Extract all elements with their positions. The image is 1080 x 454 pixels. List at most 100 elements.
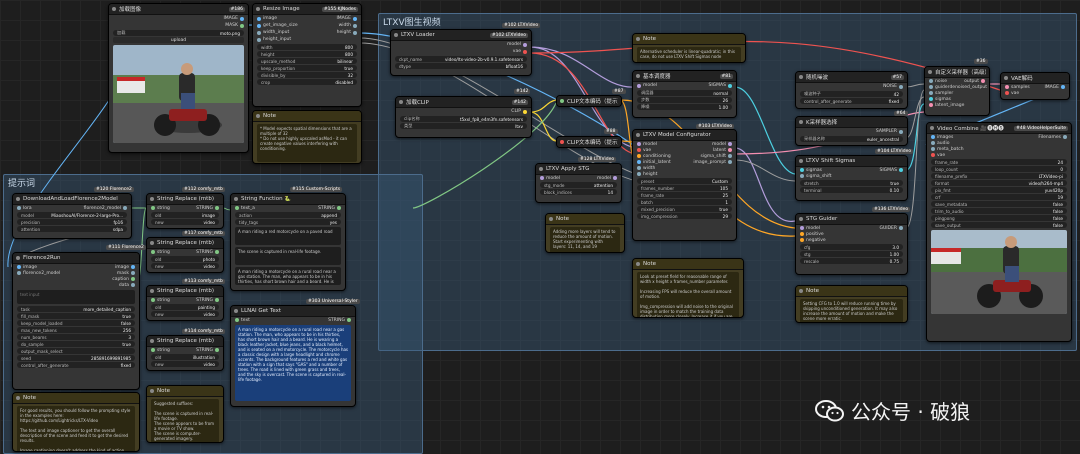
input-socket[interactable] bbox=[235, 318, 239, 322]
node-note-stg[interactable]: Note Adding more layers will tend to red… bbox=[545, 213, 625, 253]
widget-pix-fmt[interactable]: pix_fmt yuv420p bbox=[931, 187, 1067, 193]
widget-num-beams[interactable]: num_beams 3 bbox=[17, 334, 135, 340]
caption-text-field[interactable]: A man riding a motorcycle on a rural roa… bbox=[235, 325, 351, 401]
input-socket[interactable] bbox=[151, 348, 155, 352]
output-socket[interactable] bbox=[728, 154, 732, 158]
collapse-dot-icon[interactable] bbox=[636, 133, 640, 137]
output-socket[interactable] bbox=[215, 250, 219, 254]
node-note-florence[interactable]: Note For good results, you should follow… bbox=[12, 392, 140, 452]
input-socket[interactable] bbox=[929, 91, 933, 95]
output-socket[interactable] bbox=[523, 42, 527, 47]
widget-crf[interactable]: crf 19 bbox=[931, 194, 1067, 200]
input-socket[interactable] bbox=[637, 142, 641, 146]
widget-dtype[interactable]: dtype bfloat16 bbox=[395, 63, 527, 69]
note-text[interactable]: Alternative scheduler is linear-quadrati… bbox=[637, 47, 741, 62]
input-socket[interactable] bbox=[257, 16, 261, 21]
node-get-text[interactable]: LLNAI Get Text text STRING A man riding a… bbox=[230, 305, 356, 407]
node-note-resize[interactable]: Note * Model expects spatial dimensions … bbox=[252, 110, 362, 164]
collapse-dot-icon[interactable] bbox=[394, 33, 398, 37]
input-socket[interactable] bbox=[257, 23, 261, 28]
widget-control-after-generate[interactable]: control_after_generate fixed bbox=[17, 362, 135, 368]
widget-stg-mode[interactable]: stg_mode attention bbox=[540, 182, 617, 188]
node-stg-guider[interactable]: STG Guider model GUIDER positive negative… bbox=[795, 213, 908, 275]
input-socket[interactable] bbox=[929, 103, 933, 107]
note-text[interactable]: Suggested suffixes: The scene is capture… bbox=[151, 399, 219, 442]
input-socket[interactable] bbox=[929, 85, 933, 89]
widget-keep-proportion[interactable]: keep_proportion true bbox=[257, 65, 357, 71]
input-socket[interactable] bbox=[235, 206, 239, 210]
widget-divisible-by[interactable]: divisible_by 32 bbox=[257, 72, 357, 78]
collapse-dot-icon[interactable] bbox=[16, 256, 20, 260]
input-socket[interactable] bbox=[257, 37, 261, 42]
widget-clip-name[interactable]: clip名称 t5xxl_fp8_e4m3fn.safetensors bbox=[400, 116, 527, 122]
widget-preset[interactable]: preset Custom bbox=[637, 178, 732, 184]
output-socket[interactable] bbox=[523, 49, 527, 54]
node-florence-run[interactable]: Florence2Run image image florence2_model m… bbox=[12, 252, 140, 390]
output-socket[interactable] bbox=[899, 168, 903, 172]
input-socket[interactable] bbox=[637, 154, 641, 158]
widget-rescale[interactable]: rescale 0.75 bbox=[800, 258, 903, 264]
text-output-field[interactable]: A man riding a motorcycle on a rural roa… bbox=[235, 267, 341, 285]
widget-max-new-tokens[interactable]: max_new_tokens 256 bbox=[17, 327, 135, 333]
input-socket[interactable] bbox=[637, 160, 641, 164]
output-socket[interactable] bbox=[131, 277, 135, 281]
output-socket[interactable] bbox=[215, 298, 219, 302]
widget-old[interactable]: old painting bbox=[151, 304, 219, 310]
image-select[interactable]: 加载 moto.png bbox=[113, 30, 244, 36]
output-socket[interactable] bbox=[123, 206, 127, 210]
widget-frames-number[interactable]: frames_number 105 bbox=[637, 185, 732, 191]
collapse-dot-icon[interactable] bbox=[928, 70, 932, 74]
collapse-dot-icon[interactable] bbox=[636, 37, 640, 41]
input-socket[interactable] bbox=[1005, 85, 1009, 89]
input-socket[interactable] bbox=[931, 147, 935, 151]
input-socket[interactable] bbox=[17, 265, 21, 269]
widget-upscale-method[interactable]: upscale_method bilinear bbox=[257, 58, 357, 64]
widget-seed[interactable]: seed 285891699891985 bbox=[17, 355, 135, 361]
collapse-dot-icon[interactable] bbox=[560, 99, 564, 103]
input-socket[interactable] bbox=[800, 238, 804, 242]
input-socket[interactable] bbox=[151, 250, 155, 254]
input-socket[interactable] bbox=[637, 172, 641, 176]
input-socket[interactable] bbox=[540, 176, 544, 180]
collapse-dot-icon[interactable] bbox=[560, 140, 564, 144]
widget-action[interactable]: action append bbox=[235, 212, 341, 218]
input-socket[interactable] bbox=[257, 30, 261, 35]
input-socket[interactable] bbox=[800, 232, 804, 236]
collapse-dot-icon[interactable] bbox=[799, 120, 803, 124]
node-ltxv-shift-sigmas[interactable]: LTXV Shift Sigmas sigmas SIGMAS sigma_shi… bbox=[795, 155, 908, 201]
output-socket[interactable] bbox=[523, 109, 527, 114]
widget-frame-rate[interactable]: frame_rate 24 bbox=[931, 159, 1067, 165]
widget-filename-prefix[interactable]: filename_prefix LTXVideo-pi bbox=[931, 173, 1067, 179]
widget-block-indices[interactable]: block_indices 14 bbox=[540, 189, 617, 195]
collapse-dot-icon[interactable] bbox=[150, 339, 154, 343]
node-ksampler-select[interactable]: K采样器选择 SAMPLER 采样器名称 euler_ancestral bbox=[795, 116, 908, 146]
text-a-field[interactable]: A man riding a red motorcycle on a paved… bbox=[235, 227, 341, 245]
widget-frame-rate[interactable]: frame_rate 25 bbox=[637, 192, 732, 198]
input-socket[interactable] bbox=[17, 206, 21, 210]
collapse-dot-icon[interactable] bbox=[16, 396, 20, 400]
widget-sampler-name[interactable]: 采样器名称 euler_ancestral bbox=[800, 136, 903, 142]
widget-new[interactable]: new video bbox=[151, 311, 219, 317]
collapse-dot-icon[interactable] bbox=[549, 217, 553, 221]
widget-clip-type[interactable]: 类型 ltxv bbox=[400, 123, 527, 129]
node-string-replace-3[interactable]: String Replace (mtb) string STRING old pai… bbox=[146, 285, 224, 321]
input-socket[interactable] bbox=[931, 153, 935, 157]
widget-mixed-precision[interactable]: mixed_precision true bbox=[637, 206, 732, 212]
node-string-function[interactable]: String Function 🐍 text_a STRING action app… bbox=[230, 193, 346, 291]
note-text[interactable]: Setting CFG to 1.0 will reduce running t… bbox=[800, 299, 903, 322]
widget-ckpt-name[interactable]: ckpt_name video/ltx-video-2b-v0.9.1.safet… bbox=[395, 56, 527, 62]
widget-terminal[interactable]: terminal 0.10 bbox=[800, 187, 903, 193]
input-socket[interactable] bbox=[800, 226, 804, 230]
collapse-dot-icon[interactable] bbox=[799, 75, 803, 79]
output-socket[interactable] bbox=[131, 283, 135, 287]
input-socket[interactable] bbox=[931, 141, 935, 145]
widget-stretch[interactable]: stretch true bbox=[800, 180, 903, 186]
widget-img-compression[interactable]: img_compression 29 bbox=[637, 213, 732, 219]
node-vae-decode[interactable]: VAE解码 samples IMAGE vae bbox=[1000, 72, 1070, 100]
node-clip-text-positive[interactable]: CLIP文本编码（提示） bbox=[556, 95, 622, 107]
output-socket[interactable] bbox=[1063, 135, 1067, 139]
output-socket[interactable] bbox=[240, 16, 244, 21]
collapse-dot-icon[interactable] bbox=[539, 167, 543, 171]
collapse-dot-icon[interactable] bbox=[1004, 76, 1008, 80]
widget-stg[interactable]: stg 1.00 bbox=[800, 251, 903, 257]
